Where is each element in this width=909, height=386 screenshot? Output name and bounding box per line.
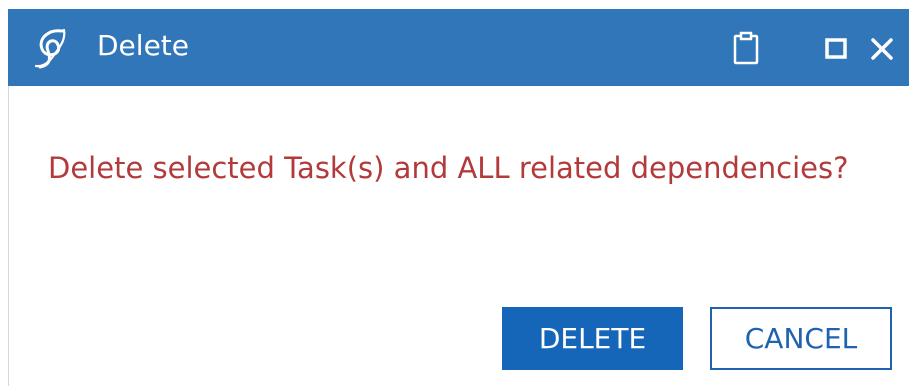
cancel-button[interactable]: CANCEL	[710, 307, 892, 370]
clipboard-icon[interactable]	[731, 31, 761, 65]
delete-dialog: Delete Delete selected Task(s) and ALL r…	[0, 0, 909, 386]
close-icon[interactable]	[868, 31, 896, 65]
dialog-title: Delete	[97, 29, 189, 62]
app-swirl-logo-icon	[34, 28, 66, 69]
maximize-icon[interactable]	[823, 31, 851, 65]
confirmation-message: Delete selected Task(s) and ALL related …	[48, 151, 849, 185]
delete-button[interactable]: DELETE	[502, 307, 683, 370]
dialog-titlebar: Delete	[8, 9, 909, 86]
